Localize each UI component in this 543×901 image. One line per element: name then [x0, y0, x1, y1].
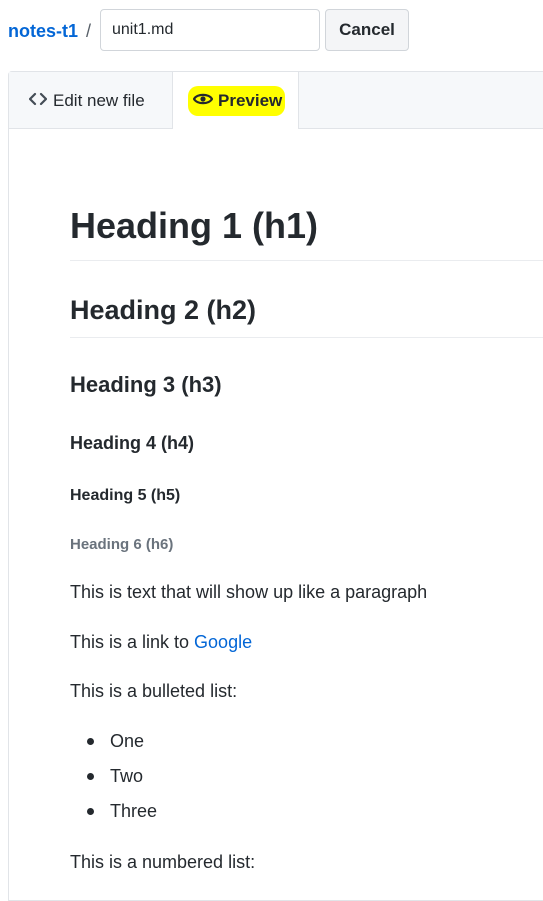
heading-2: Heading 2 (h2)	[70, 295, 257, 325]
bullet-icon	[87, 773, 94, 780]
numbered-list-intro: This is a numbered list:	[70, 852, 256, 872]
google-link[interactable]: Google	[194, 632, 252, 652]
code-icon	[28, 91, 49, 111]
repo-link[interactable]: notes-t1	[8, 20, 78, 42]
heading-6: Heading 6 (h6)	[70, 536, 174, 553]
heading-4: Heading 4 (h4)	[70, 433, 195, 453]
heading-2-divider	[70, 337, 543, 338]
heading-3: Heading 3 (h3)	[70, 372, 222, 397]
bulleted-list: One Two Three	[70, 729, 157, 834]
preview-highlight: Preview	[188, 85, 286, 116]
tab-preview[interactable]: Preview	[172, 72, 299, 129]
link-paragraph: This is a link to Google	[70, 630, 252, 654]
bullet-icon	[87, 808, 94, 815]
list-item-text: One	[110, 731, 145, 751]
heading-5: Heading 5 (h5)	[70, 487, 181, 504]
heading-1-divider	[70, 260, 543, 261]
breadcrumb-separator: /	[86, 21, 92, 41]
file-editor: Edit new file Preview Heading 1 (h1) Hea…	[8, 71, 543, 901]
filename-input[interactable]	[100, 9, 320, 51]
list-item: Two	[70, 764, 157, 799]
cancel-button[interactable]: Cancel	[325, 9, 409, 51]
tab-preview-label: Preview	[218, 90, 283, 110]
bulleted-list-intro: This is a bulleted list:	[70, 681, 238, 701]
heading-1: Heading 1 (h1)	[70, 205, 319, 246]
link-prefix: This is a link to	[70, 632, 195, 652]
tab-edit-label: Edit new file	[53, 90, 145, 110]
paragraph-text: This is text that will show up like a pa…	[70, 582, 428, 602]
editor-tabbar: Edit new file Preview	[9, 72, 543, 129]
list-item-text: Two	[110, 766, 144, 786]
list-item-text: Three	[110, 801, 158, 821]
breadcrumb: notes-t1 / Cancel	[0, 0, 543, 62]
list-item: Three	[70, 799, 157, 834]
tab-edit-new-file[interactable]: Edit new file	[9, 72, 172, 129]
list-item: One	[70, 729, 157, 764]
bullet-icon	[87, 738, 94, 745]
eye-icon	[192, 91, 215, 111]
